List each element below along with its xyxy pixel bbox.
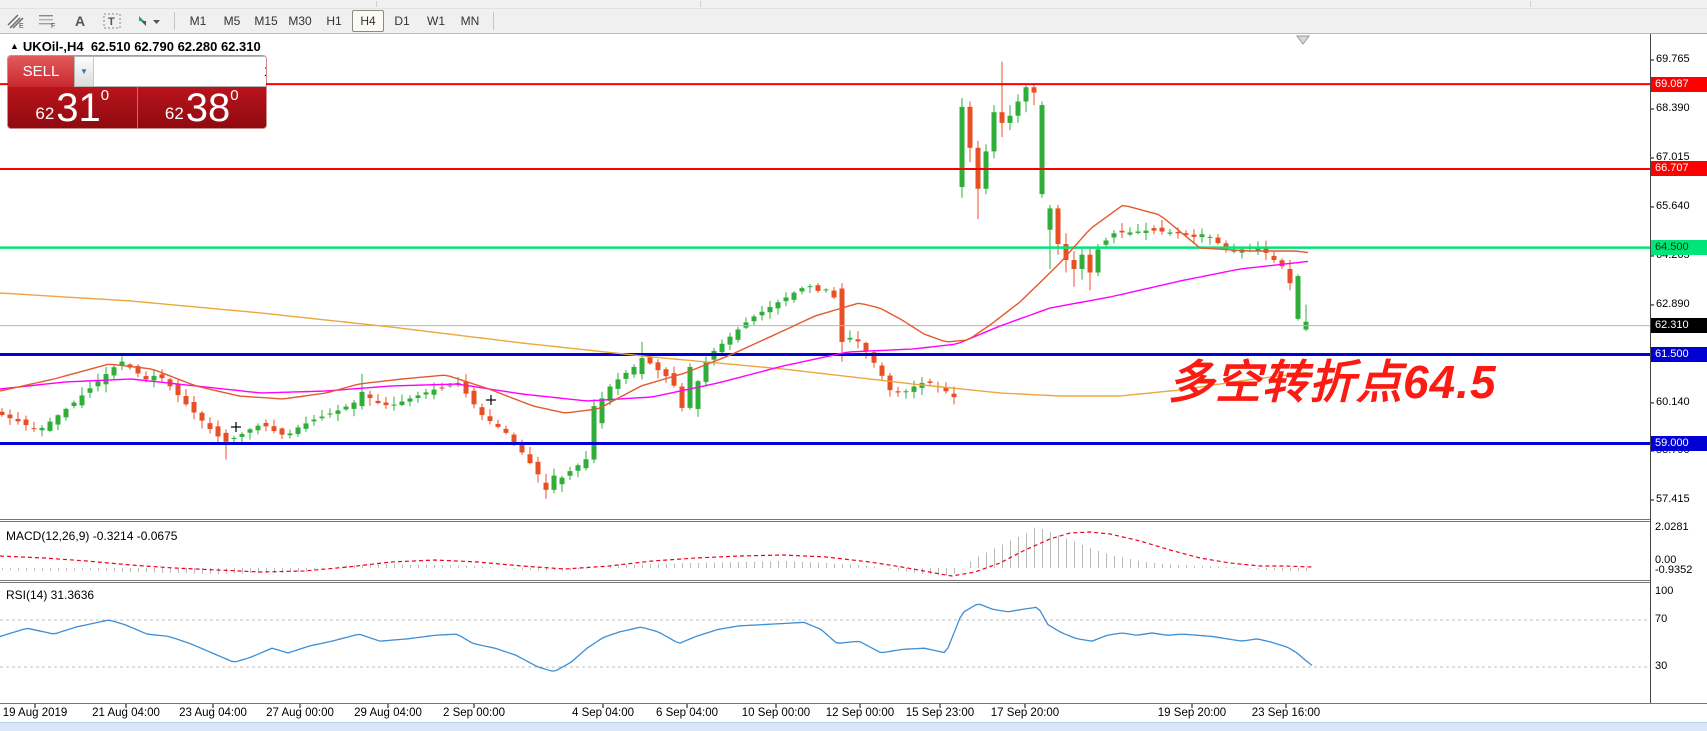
one-click-trade-panel: SELL ▼ ▲ BUY 62 31 0 62 38 0 (8, 56, 266, 128)
window-top-strip (0, 0, 1707, 9)
arrange-arrows-icon[interactable] (130, 10, 166, 32)
sell-price[interactable]: 62 31 0 (8, 87, 138, 128)
symbol-name: UKOil-,H4 (23, 39, 84, 54)
price-tag: 69.087 (1651, 77, 1707, 92)
svg-text:F: F (51, 23, 55, 29)
time-axis-border (0, 703, 1707, 704)
chart-annotation-text: 多空转折点64.5 (1168, 346, 1497, 412)
timeframe-m1[interactable]: M1 (182, 10, 214, 32)
mt4-window: E F A T M1 (0, 0, 1707, 731)
timeframe-h4[interactable]: H4 (352, 10, 384, 32)
price-axis-label: 57.415 (1656, 493, 1690, 505)
price-tag: 66.707 (1651, 161, 1707, 176)
chart-title: ▲ UKOil-,H4 62.510 62.790 62.280 62.310 (10, 39, 261, 54)
svg-text:E: E (19, 23, 24, 29)
sell-button[interactable]: SELL (8, 56, 74, 87)
timeframe-d1[interactable]: D1 (386, 10, 418, 32)
timeframe-m5[interactable]: M5 (216, 10, 248, 32)
buy-price-prefix: 62 (165, 105, 184, 125)
rsi-indicator-label: RSI(14) 31.3636 (6, 588, 94, 602)
text-a-icon[interactable]: A (66, 10, 94, 32)
timeframe-h1[interactable]: H1 (318, 10, 350, 32)
top-strip-divider (700, 1, 701, 7)
pane-divider (0, 33, 1650, 34)
pane-divider (0, 582, 1650, 583)
price-axis-border (1650, 34, 1651, 703)
price-tag: 61.500 (1651, 347, 1707, 362)
timeframe-w1[interactable]: W1 (420, 10, 452, 32)
sell-price-sup: 0 (101, 88, 109, 103)
volume-input[interactable] (94, 57, 266, 86)
sell-price-prefix: 62 (35, 105, 54, 125)
toolbar-divider (493, 12, 494, 30)
rsi-scale-label: 100 (1655, 585, 1673, 597)
price-axis-label: 65.640 (1656, 200, 1690, 212)
price-axis-label: 60.140 (1656, 396, 1690, 408)
timeframe-m30[interactable]: M30 (284, 10, 316, 32)
pane-divider (0, 521, 1650, 522)
date-axis-label: 2 Sep 00:00 (419, 707, 529, 719)
chart-toolbar: E F A T M1 (0, 9, 1707, 34)
timeframe-mn[interactable]: MN (454, 10, 486, 32)
timeframe-m15[interactable]: M15 (250, 10, 282, 32)
toolbar-divider (174, 12, 175, 30)
top-strip-divider (1530, 1, 1531, 7)
date-axis-label: 23 Sep 16:00 (1231, 707, 1341, 719)
buy-price-big: 38 (186, 91, 231, 125)
price-axis-label: 62.890 (1656, 298, 1690, 310)
price-axis-label: 69.765 (1656, 53, 1690, 65)
rsi-scale-label: 30 (1655, 660, 1667, 672)
status-bar (0, 722, 1707, 731)
sell-price-big: 31 (56, 91, 101, 125)
date-axis-label: 17 Sep 20:00 (970, 707, 1080, 719)
buy-price[interactable]: 62 38 0 (138, 87, 267, 128)
top-strip-divider (376, 1, 377, 7)
price-tag: 64.500 (1651, 240, 1707, 255)
fibonacci-grid-icon[interactable]: F (34, 10, 62, 32)
volume-decrease-button[interactable]: ▼ (75, 57, 94, 86)
macd-scale-label: -0.9352 (1655, 564, 1692, 576)
price-tag: 59.000 (1651, 436, 1707, 451)
ohlc-readout: 62.510 62.790 62.280 62.310 (91, 39, 261, 54)
volume-stepper: ▼ ▲ (74, 56, 266, 87)
price-axis-label: 68.390 (1656, 102, 1690, 114)
svg-text:T: T (108, 16, 115, 28)
pane-divider (0, 580, 1650, 581)
macd-scale-label: 2.0281 (1655, 521, 1689, 533)
price-tag: 62.310 (1651, 318, 1707, 333)
symbol-collapse-icon[interactable]: ▲ (10, 41, 19, 51)
rsi-scale-label: 70 (1655, 613, 1667, 625)
macd-indicator-label: MACD(12,26,9) -0.3214 -0.0675 (6, 529, 177, 543)
text-label-icon[interactable]: T (98, 10, 126, 32)
channel-lines-icon[interactable]: E (2, 10, 30, 32)
buy-price-sup: 0 (230, 88, 238, 103)
pane-divider (0, 519, 1650, 520)
